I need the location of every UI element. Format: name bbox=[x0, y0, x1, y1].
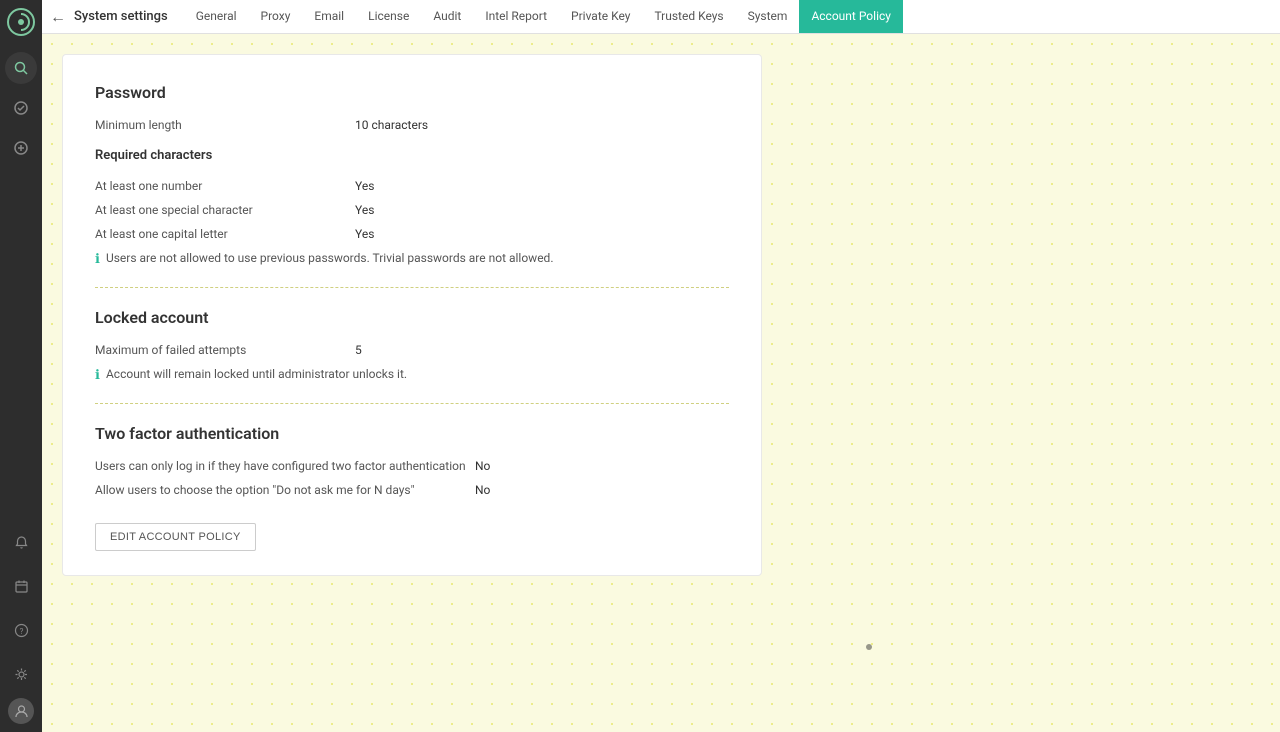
check-circle-icon[interactable] bbox=[5, 92, 37, 124]
two-factor-field-label: Allow users to choose the option "Do not… bbox=[95, 483, 475, 497]
divider-2 bbox=[95, 403, 729, 404]
password-section-title: Password bbox=[95, 83, 729, 102]
two-factor-field-row: Users can only log in if they have confi… bbox=[95, 459, 729, 473]
plus-icon[interactable] bbox=[5, 132, 37, 164]
tab-system[interactable]: System bbox=[736, 0, 800, 33]
required-char-row: At least one capital letter Yes bbox=[95, 227, 729, 241]
tab-intel_report[interactable]: Intel Report bbox=[473, 0, 559, 33]
required-char-label: At least one capital letter bbox=[95, 227, 355, 241]
search-icon[interactable] bbox=[5, 52, 37, 84]
tab-license[interactable]: License bbox=[356, 0, 421, 33]
account-policy-card: Password Minimum length 10 characters Re… bbox=[62, 54, 762, 576]
two-factor-fields: Users can only log in if they have confi… bbox=[95, 459, 729, 497]
page-title: System settings bbox=[74, 9, 168, 24]
password-info-row: ℹ Users are not allowed to use previous … bbox=[95, 251, 729, 267]
tab-proxy[interactable]: Proxy bbox=[249, 0, 303, 33]
required-char-value: Yes bbox=[355, 227, 374, 241]
locked-account-section: Locked account Maximum of failed attempt… bbox=[95, 308, 729, 383]
max-failed-value: 5 bbox=[355, 343, 362, 357]
required-char-label: At least one special character bbox=[95, 203, 355, 217]
divider-1 bbox=[95, 287, 729, 288]
required-char-value: Yes bbox=[355, 179, 374, 193]
password-info-text: Users are not allowed to use previous pa… bbox=[106, 251, 554, 265]
edit-account-policy-button[interactable]: EDIT ACCOUNT POLICY bbox=[95, 523, 256, 551]
tab-private_key[interactable]: Private Key bbox=[559, 0, 642, 33]
gear-icon[interactable] bbox=[5, 658, 37, 690]
tab-trusted_keys[interactable]: Trusted Keys bbox=[642, 0, 735, 33]
required-char-row: At least one special character Yes bbox=[95, 203, 729, 217]
sidebar: ? bbox=[0, 0, 42, 732]
help-icon[interactable]: ? bbox=[5, 614, 37, 646]
max-failed-row: Maximum of failed attempts 5 bbox=[95, 343, 729, 357]
two-factor-field-value: No bbox=[475, 459, 490, 473]
back-button[interactable]: ← bbox=[50, 7, 66, 27]
tab-general[interactable]: General bbox=[184, 0, 249, 33]
required-char-value: Yes bbox=[355, 203, 374, 217]
logo-icon[interactable] bbox=[7, 8, 35, 36]
locked-account-info-text: Account will remain locked until adminis… bbox=[106, 367, 407, 381]
main-content: ← System settings GeneralProxyEmailLicen… bbox=[42, 0, 1280, 732]
info-icon: ℹ bbox=[95, 252, 100, 267]
two-factor-field-row: Allow users to choose the option "Do not… bbox=[95, 483, 729, 497]
svg-text:?: ? bbox=[19, 627, 23, 636]
top-navigation: ← System settings GeneralProxyEmailLicen… bbox=[42, 0, 1280, 34]
minimum-length-label: Minimum length bbox=[95, 118, 355, 132]
tab-bar: GeneralProxyEmailLicenseAuditIntel Repor… bbox=[184, 0, 903, 33]
password-section: Password Minimum length 10 characters Re… bbox=[95, 83, 729, 267]
two-factor-title: Two factor authentication bbox=[95, 424, 729, 443]
tab-account_policy[interactable]: Account Policy bbox=[799, 0, 903, 33]
bell-icon[interactable] bbox=[5, 526, 37, 558]
content-area: Password Minimum length 10 characters Re… bbox=[42, 34, 1280, 732]
tab-email[interactable]: Email bbox=[302, 0, 356, 33]
locked-account-info-row: ℹ Account will remain locked until admin… bbox=[95, 367, 729, 383]
required-chars-title: Required characters bbox=[95, 148, 729, 163]
locked-account-title: Locked account bbox=[95, 308, 729, 327]
max-failed-label: Maximum of failed attempts bbox=[95, 343, 355, 357]
user-avatar[interactable] bbox=[8, 698, 34, 724]
two-factor-section: Two factor authentication Users can only… bbox=[95, 424, 729, 497]
minimum-length-value: 10 characters bbox=[355, 118, 428, 132]
required-chars-list: At least one number Yes At least one spe… bbox=[95, 179, 729, 241]
minimum-length-row: Minimum length 10 characters bbox=[95, 118, 729, 132]
required-char-label: At least one number bbox=[95, 179, 355, 193]
info-icon-2: ℹ bbox=[95, 368, 100, 383]
required-char-row: At least one number Yes bbox=[95, 179, 729, 193]
two-factor-field-label: Users can only log in if they have confi… bbox=[95, 459, 475, 473]
tab-audit[interactable]: Audit bbox=[421, 0, 473, 33]
two-factor-field-value: No bbox=[475, 483, 490, 497]
calendar-icon[interactable] bbox=[5, 570, 37, 602]
